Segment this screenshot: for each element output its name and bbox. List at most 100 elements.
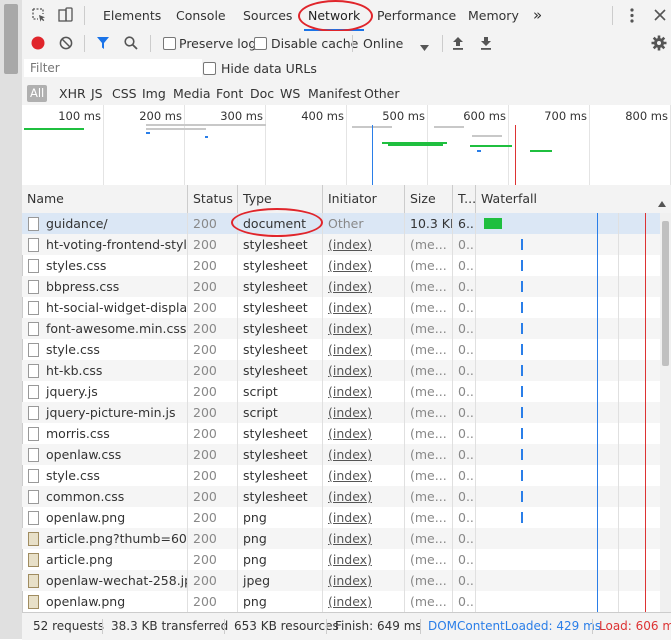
request-waterfall-cell[interactable] <box>476 255 671 276</box>
request-row[interactable]: article.png 200 png (index) (me... 0... <box>22 549 671 570</box>
disable-cache-checkbox[interactable] <box>254 37 267 50</box>
settings-gear-icon[interactable] <box>651 35 667 51</box>
request-initiator-cell[interactable]: (index) <box>323 402 405 423</box>
device-toolbar-icon[interactable] <box>58 7 74 23</box>
request-initiator-cell[interactable]: (index) <box>323 570 405 591</box>
request-row[interactable]: openlaw.png 200 png (index) (me... 0... <box>22 507 671 528</box>
type-filter-all[interactable]: All <box>27 85 48 102</box>
request-name-cell[interactable]: ht-social-widget-displa... <box>22 297 188 318</box>
request-name-cell[interactable]: style.css <box>22 339 188 360</box>
disable-cache-label[interactable]: Disable cache <box>271 31 358 56</box>
request-waterfall-cell[interactable] <box>476 276 671 297</box>
request-row[interactable]: style.css 200 stylesheet (index) (me... 0... <box>22 465 671 486</box>
request-waterfall-cell[interactable] <box>476 402 671 423</box>
tab-console[interactable]: Console <box>176 0 226 31</box>
tab-elements[interactable]: Elements <box>103 0 161 31</box>
request-waterfall-cell[interactable] <box>476 297 671 318</box>
sort-triangle-icon[interactable] <box>658 196 666 207</box>
overview-timeline[interactable]: 100 ms 200 ms 300 ms 400 ms 500 ms 600 m… <box>22 105 671 186</box>
request-name-cell[interactable]: font-awesome.min.css <box>22 318 188 339</box>
type-filter-media[interactable]: Media <box>173 85 211 102</box>
request-row[interactable]: ht-voting-frontend-styl... 200 stylesheet (… <box>22 234 671 255</box>
column-header-name[interactable]: Name <box>22 185 188 213</box>
column-header-waterfall[interactable]: Waterfall <box>476 185 671 213</box>
request-initiator-cell[interactable]: (index) <box>323 255 405 276</box>
type-filter-xhr[interactable]: XHR <box>59 85 86 102</box>
request-name-cell[interactable]: jquery-picture-min.js <box>22 402 188 423</box>
request-name-cell[interactable]: openlaw.png <box>22 591 188 612</box>
request-initiator-cell[interactable]: (index) <box>323 276 405 297</box>
preserve-log-checkbox[interactable] <box>163 37 176 50</box>
column-header-size[interactable]: Size <box>405 185 453 213</box>
request-name-cell[interactable]: ht-kb.css <box>22 360 188 381</box>
hide-data-urls-label[interactable]: Hide data URLs <box>221 56 317 82</box>
request-waterfall-cell[interactable] <box>476 570 671 591</box>
request-waterfall-cell[interactable] <box>476 507 671 528</box>
request-waterfall-cell[interactable] <box>476 591 671 612</box>
request-row[interactable]: font-awesome.min.css 200 stylesheet (index)… <box>22 318 671 339</box>
request-row[interactable]: guidance/200documentOther10.3 KB6... <box>22 213 671 234</box>
preserve-log-label[interactable]: Preserve log <box>179 31 256 56</box>
request-row[interactable]: article.png?thumb=60x60 200 png (index) (me.… <box>22 528 671 549</box>
column-header-initiator[interactable]: Initiator <box>323 185 405 213</box>
more-options-icon[interactable] <box>630 8 634 24</box>
request-row[interactable]: openlaw.css 200 stylesheet (index) (me... 0..… <box>22 444 671 465</box>
request-initiator-cell[interactable]: (index) <box>323 339 405 360</box>
request-initiator-cell[interactable]: (index) <box>323 591 405 612</box>
request-waterfall-cell[interactable] <box>476 339 671 360</box>
request-name-cell[interactable]: bbpress.css <box>22 276 188 297</box>
column-header-time[interactable]: T... <box>453 185 476 213</box>
type-filter-css[interactable]: CSS <box>112 85 137 102</box>
tab-sources[interactable]: Sources <box>243 0 292 31</box>
request-initiator-cell[interactable]: (index) <box>323 360 405 381</box>
request-initiator-cell[interactable]: (index) <box>323 234 405 255</box>
request-initiator-cell[interactable]: Other <box>323 213 405 234</box>
left-scroll-thumb[interactable] <box>4 4 18 74</box>
more-tabs-button[interactable]: » <box>533 0 542 31</box>
type-filter-manifest[interactable]: Manifest <box>308 85 361 102</box>
request-row[interactable]: openlaw.png 200 png (index) (me... 0... <box>22 591 671 612</box>
request-waterfall-cell[interactable] <box>476 486 671 507</box>
request-name-cell[interactable]: styles.css <box>22 255 188 276</box>
type-filter-ws[interactable]: WS <box>280 85 300 102</box>
tab-performance[interactable]: Performance <box>377 0 456 31</box>
close-devtools-icon[interactable] <box>654 9 666 21</box>
request-name-cell[interactable]: style.css <box>22 465 188 486</box>
clear-icon[interactable] <box>59 36 73 50</box>
request-row[interactable]: openlaw-wechat-258.jpg 200 jpeg (index) (me.… <box>22 570 671 591</box>
request-initiator-cell[interactable]: (index) <box>323 465 405 486</box>
request-row[interactable]: styles.css 200 stylesheet (index) (me... 0... <box>22 255 671 276</box>
request-waterfall-cell[interactable] <box>476 444 671 465</box>
request-name-cell[interactable]: ht-voting-frontend-styl... <box>22 234 188 255</box>
request-row[interactable]: style.css 200 stylesheet (index) (me... 0... <box>22 339 671 360</box>
hide-data-urls-checkbox[interactable] <box>203 62 216 75</box>
record-icon[interactable] <box>31 36 45 50</box>
request-name-cell[interactable]: guidance/ <box>22 213 188 234</box>
request-row[interactable]: jquery-picture-min.js 200 script (index) (me… <box>22 402 671 423</box>
request-waterfall-cell[interactable] <box>476 318 671 339</box>
request-waterfall-cell[interactable] <box>476 360 671 381</box>
type-filter-font[interactable]: Font <box>216 85 243 102</box>
request-initiator-cell[interactable]: (index) <box>323 444 405 465</box>
filter-input[interactable] <box>24 59 202 77</box>
request-name-cell[interactable]: openlaw.css <box>22 444 188 465</box>
import-har-icon[interactable] <box>452 36 464 50</box>
filter-icon[interactable] <box>96 36 110 50</box>
request-waterfall-cell[interactable] <box>476 234 671 255</box>
request-name-cell[interactable]: morris.css <box>22 423 188 444</box>
request-name-cell[interactable]: article.png?thumb=60x60 <box>22 528 188 549</box>
request-row[interactable]: morris.css 200 stylesheet (index) (me... 0... <box>22 423 671 444</box>
export-har-icon[interactable] <box>480 36 492 50</box>
table-scroll-thumb[interactable] <box>662 221 669 366</box>
request-initiator-cell[interactable]: (index) <box>323 486 405 507</box>
column-header-status[interactable]: Status <box>188 185 238 213</box>
inspect-element-icon[interactable] <box>32 8 46 22</box>
request-name-cell[interactable]: jquery.js <box>22 381 188 402</box>
left-scroll-strip[interactable] <box>0 0 23 639</box>
request-name-cell[interactable]: common.css <box>22 486 188 507</box>
type-filter-doc[interactable]: Doc <box>250 85 274 102</box>
request-waterfall-cell[interactable] <box>476 465 671 486</box>
request-name-cell[interactable]: openlaw.png <box>22 507 188 528</box>
type-filter-js[interactable]: JS <box>91 85 103 102</box>
request-row[interactable]: bbpress.css 200 stylesheet (index) (me... 0..… <box>22 276 671 297</box>
